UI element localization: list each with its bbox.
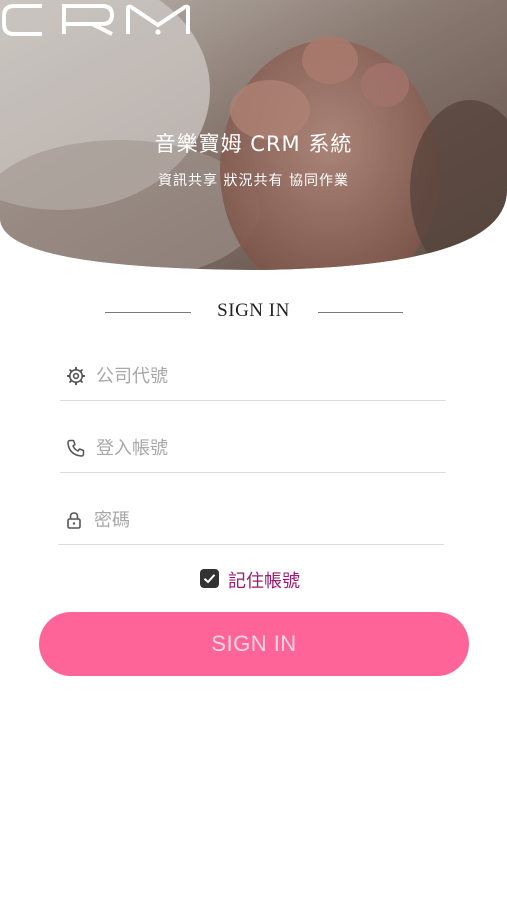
- signin-heading: SIGN IN: [217, 300, 290, 321]
- password-input[interactable]: [94, 504, 434, 536]
- password-field: [58, 496, 444, 545]
- signin-button[interactable]: SIGN IN: [39, 612, 469, 676]
- account-field: [60, 424, 446, 473]
- header-banner: 音樂寶姆 CRM 系統 資訊共享 狀況共有 協同作業: [0, 0, 507, 270]
- account-input[interactable]: [96, 432, 436, 464]
- company-code-input[interactable]: [96, 360, 436, 392]
- phone-icon: [67, 439, 85, 457]
- gear-icon: [66, 366, 86, 386]
- remember-label: 記住帳號: [228, 571, 300, 592]
- crm-logo: [2, 4, 190, 36]
- company-code-field: [60, 352, 446, 401]
- app-tagline: 資訊共享 狀況共有 協同作業: [158, 173, 349, 189]
- checkbox-checked-icon[interactable]: [200, 569, 219, 588]
- lock-icon: [67, 512, 81, 529]
- app-title: 音樂寶姆 CRM 系統: [154, 132, 353, 156]
